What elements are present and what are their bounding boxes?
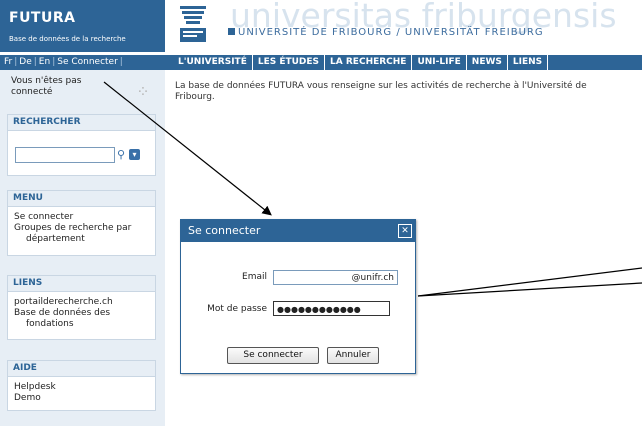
lang-de-link[interactable]: De — [18, 57, 32, 67]
lang-en-link[interactable]: En — [38, 57, 51, 67]
menu-box: MENU Se connecter Groupes de recherche p… — [7, 190, 156, 256]
loading-spinner-icon: ⁘ — [136, 82, 150, 101]
language-bar: Fr | De | En | Se Connecter | — [0, 55, 165, 70]
search-input[interactable] — [15, 147, 115, 163]
cancel-button[interactable]: Annuler — [327, 347, 379, 364]
menu-item-groups-cont[interactable]: département — [14, 234, 149, 245]
link-fondations[interactable]: Base de données des — [14, 308, 149, 319]
help-item-helpdesk[interactable]: Helpdesk — [14, 382, 149, 393]
arrow-to-fields-2 — [417, 282, 642, 297]
link-portail[interactable]: portailderecherche.ch — [14, 297, 149, 308]
link-fondations-cont[interactable]: fondations — [14, 319, 149, 330]
square-bullet-icon — [228, 28, 235, 35]
help-item-demo[interactable]: Demo — [14, 393, 149, 404]
brand-subtitle: Base de données de la recherche — [9, 35, 126, 43]
login-status: Vous n'êtes pas connecté — [11, 76, 82, 97]
nav-item-etudes[interactable]: LES ÉTUDES — [253, 55, 326, 70]
menu-item-groups[interactable]: Groupes de recherche par — [14, 223, 149, 234]
search-icon[interactable]: ⚲ — [117, 148, 125, 161]
login-link[interactable]: Se Connecter — [56, 57, 119, 67]
university-name: UNIVERSITÉ DE FRIBOURG / UNIVERSITÄT FRE… — [228, 27, 544, 38]
menu-heading: MENU — [8, 191, 155, 207]
nav-item-liens[interactable]: LIENS — [508, 55, 549, 70]
arrow-to-fields — [417, 267, 642, 297]
university-logo-icon — [180, 6, 206, 42]
nav-item-news[interactable]: NEWS — [467, 55, 508, 70]
login-button[interactable]: Se connecter — [227, 347, 319, 364]
login-dialog: Se connecter ✕ Email @unifr.ch Mot de pa… — [180, 219, 416, 374]
main-nav: L'UNIVERSITÉ LES ÉTUDES LA RECHERCHE UNI-LI… — [165, 55, 642, 70]
intro-text: La base de données FUTURA vous renseigne… — [175, 81, 587, 102]
university-name-label: UNIVERSITÉ DE FRIBOURG / UNIVERSITÄT FRE… — [238, 27, 544, 38]
search-box: RECHERCHER — [7, 114, 156, 176]
search-go-button[interactable]: ▾ — [129, 149, 140, 160]
nav-item-uni-life[interactable]: UNI-LIFE — [412, 55, 467, 70]
nav-item-recherche[interactable]: LA RECHERCHE — [325, 55, 413, 70]
lang-fr-link[interactable]: Fr — [0, 57, 13, 67]
help-box: AIDE Helpdesk Demo — [7, 360, 156, 411]
help-heading: AIDE — [8, 361, 155, 377]
nav-item-universite[interactable]: L'UNIVERSITÉ — [173, 55, 253, 70]
email-field[interactable]: @unifr.ch — [273, 270, 398, 285]
search-heading: RECHERCHER — [8, 115, 155, 131]
links-heading: LIENS — [8, 276, 155, 292]
links-box: LIENS portailderecherche.ch Base de donn… — [7, 275, 156, 340]
brand-title: FUTURA — [9, 10, 76, 26]
email-label: Email — [242, 272, 267, 282]
brand-panel: FUTURA Base de données de la recherche — [0, 0, 165, 52]
separator: | — [119, 57, 123, 67]
password-field[interactable]: ●●●●●●●●●●●● — [273, 301, 390, 316]
dialog-title: Se connecter — [181, 220, 415, 242]
password-label: Mot de passe — [207, 304, 267, 314]
menu-item-login[interactable]: Se connecter — [14, 212, 149, 223]
close-icon[interactable]: ✕ — [398, 224, 412, 238]
